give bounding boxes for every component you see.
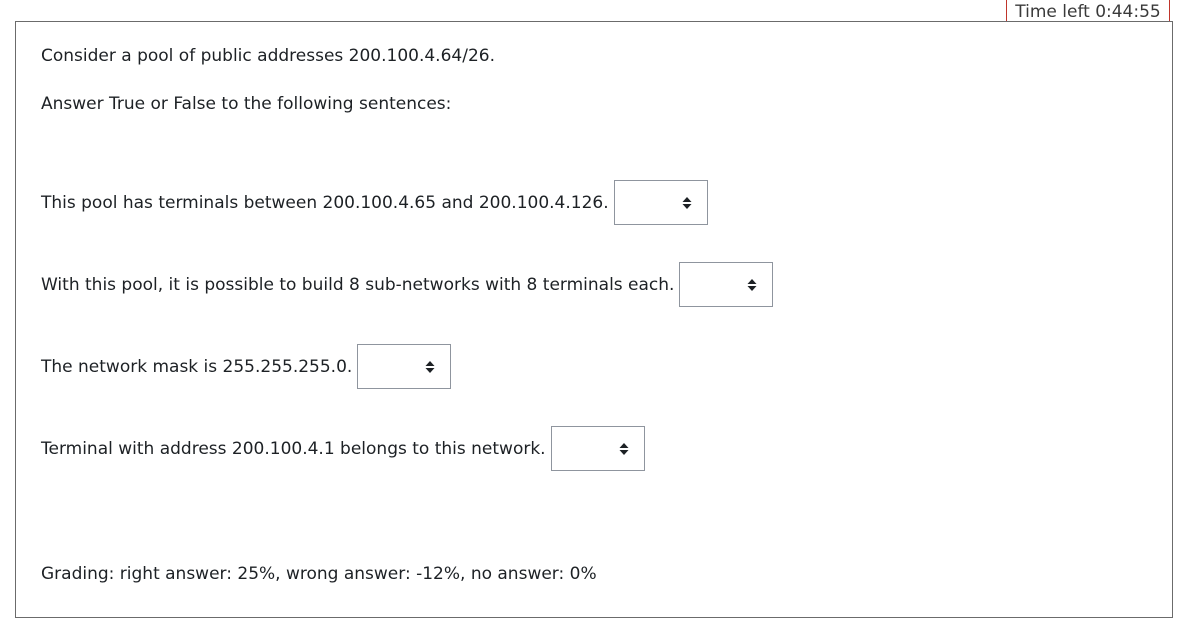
statement-text-2: With this pool, it is possible to build …: [41, 274, 675, 295]
grading-info: Grading: right answer: 25%, wrong answer…: [41, 564, 597, 584]
updown-caret-icon: [682, 197, 692, 209]
statement-row-2: With this pool, it is possible to build …: [41, 262, 774, 307]
question-intro: Consider a pool of public addresses 200.…: [41, 46, 495, 66]
answer-select-2[interactable]: [679, 262, 774, 307]
updown-caret-icon: [425, 361, 435, 373]
question-instruction: Answer True or False to the following se…: [41, 94, 452, 114]
statement-text-3: The network mask is 255.255.255.0.: [41, 356, 353, 377]
statement-text-4: Terminal with address 200.100.4.1 belong…: [41, 438, 546, 459]
answer-select-4[interactable]: [550, 426, 645, 471]
statement-row-3: The network mask is 255.255.255.0.: [41, 344, 452, 389]
updown-caret-icon: [747, 279, 757, 291]
statement-text-1: This pool has terminals between 200.100.…: [41, 192, 609, 213]
answer-select-1[interactable]: [613, 180, 708, 225]
statement-row-1: This pool has terminals between 200.100.…: [41, 180, 708, 225]
updown-caret-icon: [619, 443, 629, 455]
question-panel: Consider a pool of public addresses 200.…: [15, 21, 1173, 618]
answer-select-3[interactable]: [357, 344, 452, 389]
statement-row-4: Terminal with address 200.100.4.1 belong…: [41, 426, 645, 471]
time-left-label: Time left 0:44:55: [1015, 2, 1161, 22]
